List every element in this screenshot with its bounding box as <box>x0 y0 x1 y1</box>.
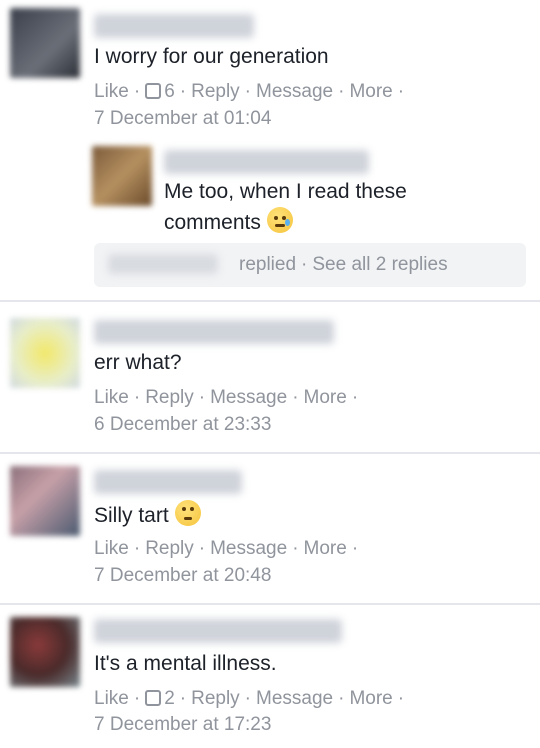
more-link[interactable]: More <box>304 387 347 408</box>
reply-avatar[interactable] <box>92 146 152 206</box>
eye-roll-emoji-icon <box>174 500 201 526</box>
more-link[interactable]: More <box>304 538 347 559</box>
like-link[interactable]: Like <box>94 688 129 709</box>
see-all-replies-link[interactable]: See all 2 replies <box>312 254 447 275</box>
comment-actions: Like · 6 · Reply · Message · More · <box>94 81 405 102</box>
comment-text: It's a mental illness. <box>94 652 277 675</box>
comment-actions: Like · 2 · Reply · Message · More · <box>94 688 405 709</box>
comment-2: err what? Like · Reply · Message · More · 6 Dec… <box>0 302 540 452</box>
avatar[interactable] <box>10 617 80 687</box>
message-link[interactable]: Message <box>256 81 333 102</box>
avatar[interactable] <box>10 8 80 78</box>
like-count: 2 <box>145 688 175 709</box>
author-name-blurred[interactable] <box>94 14 254 38</box>
more-link[interactable]: More <box>349 81 392 102</box>
like-link[interactable]: Like <box>94 387 129 408</box>
message-link[interactable]: Message <box>256 688 333 709</box>
avatar[interactable] <box>10 318 80 388</box>
reply-link[interactable]: Reply <box>145 538 194 559</box>
reply-text-line-2: comments <box>164 207 293 238</box>
replies-bar-text: replied · See all 2 replies <box>239 254 448 275</box>
comment-date[interactable]: 6 December at 23:33 <box>94 413 271 437</box>
comment-4: It's a mental illness. Like · 2 · Reply · Mess… <box>0 605 540 748</box>
reply-link[interactable]: Reply <box>191 688 240 709</box>
like-count: 6 <box>145 81 175 102</box>
sad-tear-emoji-icon <box>266 207 293 233</box>
reply-author-name-blurred[interactable] <box>164 150 369 174</box>
author-name-blurred[interactable] <box>94 619 342 643</box>
comment-text: err what? <box>94 351 182 374</box>
comment-text: I worry for our generation <box>94 45 329 68</box>
like-link[interactable]: Like <box>94 81 129 102</box>
avatar[interactable] <box>10 466 80 536</box>
author-name-blurred[interactable] <box>94 320 334 344</box>
comment-actions: Like · Reply · Message · More · <box>94 538 359 559</box>
comment-1: I worry for our generation Like · 6 · Reply ·… <box>0 0 540 300</box>
more-link[interactable]: More <box>349 688 392 709</box>
reply-link[interactable]: Reply <box>191 81 240 102</box>
comment-date[interactable]: 7 December at 20:48 <box>94 564 271 588</box>
thumbs-up-icon <box>145 83 162 99</box>
replies-bar[interactable]: replied · See all 2 replies <box>94 243 526 287</box>
thumbs-up-icon <box>145 690 162 706</box>
comment-3: Silly tart Like · Reply · Message · More · 7 De… <box>0 454 540 604</box>
replier-name-blurred <box>108 254 218 274</box>
reply-link[interactable]: Reply <box>145 387 194 408</box>
message-link[interactable]: Message <box>210 387 287 408</box>
comment-text: Silly tart <box>94 500 201 531</box>
comment-date[interactable]: 7 December at 01:04 <box>94 107 271 131</box>
like-link[interactable]: Like <box>94 538 129 559</box>
comment-actions: Like · Reply · Message · More · <box>94 387 359 408</box>
comment-date[interactable]: 7 December at 17:23 <box>94 713 271 737</box>
reply-text-line-1: Me too, when I read these <box>164 180 407 203</box>
author-name-blurred[interactable] <box>94 470 242 494</box>
message-link[interactable]: Message <box>210 538 287 559</box>
